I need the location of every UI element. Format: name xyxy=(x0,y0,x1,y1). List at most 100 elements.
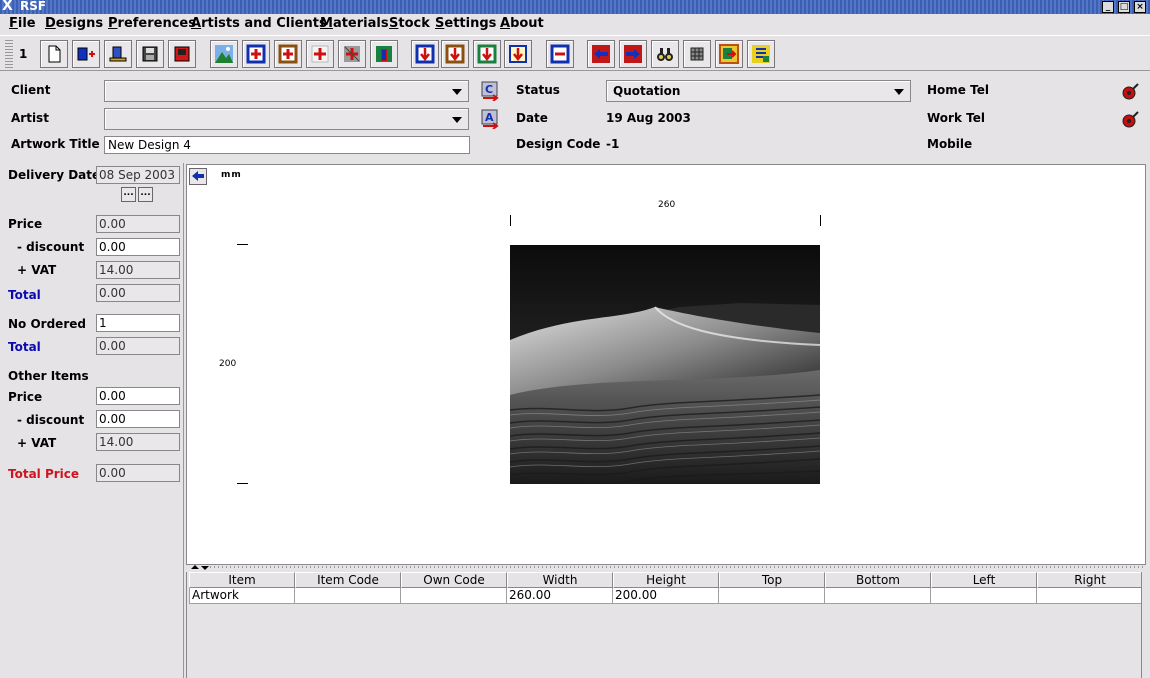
column-header-right[interactable]: Right xyxy=(1037,572,1143,588)
title-bar[interactable]: X RSF _ □ × xyxy=(0,0,1150,14)
table-scrollbar[interactable] xyxy=(1141,572,1146,678)
client-label: Client xyxy=(11,83,51,97)
splitter-grip xyxy=(210,566,1144,568)
table-cell[interactable]: Artwork xyxy=(189,588,295,604)
phone-icon xyxy=(1122,83,1139,100)
report-button[interactable] xyxy=(747,40,775,68)
add-mount-button[interactable] xyxy=(242,40,270,68)
column-header-item-code[interactable]: Item Code xyxy=(295,572,401,588)
table-cell[interactable]: 200.00 xyxy=(613,588,719,604)
status-combo[interactable]: Quotation xyxy=(606,80,911,102)
menu-file[interactable]: File xyxy=(9,16,36,31)
column-header-item[interactable]: Item xyxy=(189,572,295,588)
menu-settings[interactable]: Settings xyxy=(435,16,496,31)
column-header-height[interactable]: Height xyxy=(613,572,719,588)
column-header-width[interactable]: Width xyxy=(507,572,613,588)
artwork-title-input[interactable]: New Design 4 xyxy=(104,136,470,154)
design-code-label: Design Code xyxy=(516,137,601,151)
delivery-date-label: Delivery Date xyxy=(8,168,101,182)
price-field: 0.00 xyxy=(96,215,180,233)
stock-button[interactable] xyxy=(683,40,711,68)
find-button[interactable] xyxy=(651,40,679,68)
discount-input[interactable]: 0.00 xyxy=(96,238,180,256)
artist-lookup-button[interactable]: A xyxy=(480,109,500,130)
save-button[interactable] xyxy=(136,40,164,68)
menu-designs[interactable]: Designs xyxy=(45,16,103,31)
menu-mnemonic: P xyxy=(108,16,118,31)
delivery-date-picker-button[interactable]: ... xyxy=(121,187,136,202)
menu-stock[interactable]: Stock xyxy=(389,16,430,31)
column-header-top[interactable]: Top xyxy=(719,572,825,588)
picture-button[interactable] xyxy=(210,40,238,68)
chevron-down-icon xyxy=(452,89,462,95)
menu-mnemonic: D xyxy=(45,16,56,31)
delivery-date-clear-button[interactable]: ... xyxy=(138,187,153,202)
other-price-label: Price xyxy=(8,390,43,404)
other-vat-label: + VAT xyxy=(17,436,57,450)
move-down-yellow-icon xyxy=(509,45,527,63)
table-cell[interactable] xyxy=(719,588,825,604)
artwork-image[interactable] xyxy=(510,245,820,484)
menu-materials[interactable]: Materials xyxy=(320,16,389,31)
other-price-input[interactable]: 0.00 xyxy=(96,387,180,405)
maximize-button[interactable]: □ xyxy=(1118,1,1130,13)
previous-icon xyxy=(592,45,610,63)
client-lookup-button[interactable]: C xyxy=(480,81,500,102)
chevron-down-icon[interactable] xyxy=(201,566,209,570)
client-combo[interactable] xyxy=(104,80,469,102)
minimize-button[interactable]: _ xyxy=(1102,1,1114,13)
move-down-green-button[interactable] xyxy=(473,40,501,68)
other-discount-input[interactable]: 0.00 xyxy=(96,410,180,428)
total-price-label: Total Price xyxy=(8,467,80,481)
design-canvas[interactable]: mm 260 200 xyxy=(186,164,1146,565)
back-button[interactable] xyxy=(189,168,207,185)
table-cell[interactable] xyxy=(825,588,931,604)
column-header-own-code[interactable]: Own Code xyxy=(401,572,507,588)
table-cell[interactable] xyxy=(401,588,507,604)
add-glass-icon xyxy=(311,45,329,63)
other-vat-field: 14.00 xyxy=(96,433,180,451)
remove-button[interactable] xyxy=(546,40,574,68)
home-tel-dial-button[interactable] xyxy=(1120,81,1140,101)
move-down-button[interactable] xyxy=(411,40,439,68)
status-label: Status xyxy=(516,83,560,97)
column-header-bottom[interactable]: Bottom xyxy=(825,572,931,588)
add-extra-button[interactable] xyxy=(370,40,398,68)
previous-button[interactable] xyxy=(587,40,615,68)
number-ordered-input[interactable]: 1 xyxy=(96,314,180,332)
move-down-yellow-button[interactable] xyxy=(504,40,532,68)
chevron-down-icon xyxy=(894,89,904,95)
add-glass-button[interactable] xyxy=(306,40,334,68)
new-document-button[interactable] xyxy=(40,40,68,68)
column-header-left[interactable]: Left xyxy=(931,572,1037,588)
add-design-button[interactable] xyxy=(72,40,100,68)
menu-label: ettings xyxy=(444,16,497,31)
work-tel-label: Work Tel xyxy=(927,111,985,125)
add-backing-button[interactable] xyxy=(338,40,366,68)
toolbar-grip[interactable] xyxy=(5,40,13,68)
table-cell[interactable] xyxy=(295,588,401,604)
add-frame-button[interactable] xyxy=(274,40,302,68)
table-cell[interactable] xyxy=(931,588,1037,604)
export-button[interactable] xyxy=(715,40,743,68)
menu-about[interactable]: About xyxy=(500,16,544,31)
total-ordered-field: 0.00 xyxy=(96,337,180,355)
delivery-date-field[interactable]: 08 Sep 2003 xyxy=(96,166,180,184)
add-item-button[interactable] xyxy=(104,40,132,68)
add-extra-icon xyxy=(376,46,392,62)
table-cell[interactable] xyxy=(1037,588,1143,604)
work-tel-dial-button[interactable] xyxy=(1120,109,1140,129)
phone-icon xyxy=(1122,111,1139,128)
menu-artists-clients[interactable]: Artists and Clients xyxy=(191,16,327,31)
menu-label: bout xyxy=(510,16,544,31)
print-button[interactable] xyxy=(168,40,196,68)
chevron-up-icon[interactable] xyxy=(191,565,199,569)
move-down-alt-button[interactable] xyxy=(441,40,469,68)
artist-combo[interactable] xyxy=(104,108,469,130)
next-button[interactable] xyxy=(619,40,647,68)
close-button[interactable]: × xyxy=(1134,1,1146,13)
table-cell[interactable]: 260.00 xyxy=(507,588,613,604)
menu-preferences[interactable]: Preferences xyxy=(108,16,196,31)
vat-field: 14.00 xyxy=(96,261,180,279)
panel-splitter[interactable] xyxy=(186,565,1146,572)
